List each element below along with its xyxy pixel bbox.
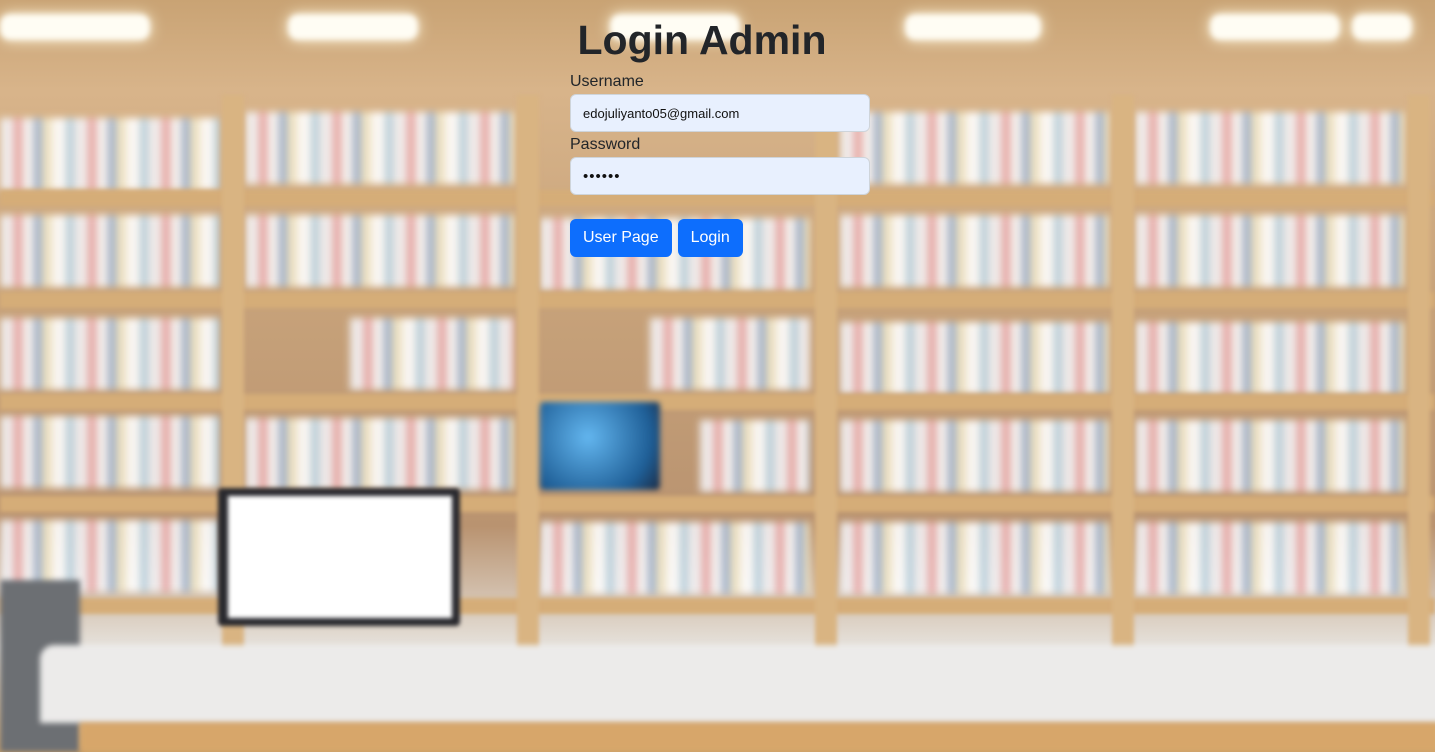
shelf-post [1408, 95, 1430, 655]
book-row [0, 215, 220, 287]
book-row [1135, 112, 1405, 184]
book-row [1135, 522, 1405, 594]
book-row [245, 112, 515, 184]
username-label: Username [570, 73, 644, 90]
book-row [0, 416, 220, 488]
page-title: Login Admin [577, 17, 827, 63]
book-row [650, 318, 810, 390]
ceiling-light [288, 14, 418, 40]
shelf-post [1112, 95, 1134, 655]
book-row [245, 215, 515, 287]
login-form: Login Admin Username Password User Page … [570, 14, 870, 257]
book-row [840, 215, 1110, 287]
book-row [840, 522, 1110, 594]
ceiling-light [1352, 14, 1412, 40]
ceiling-light [0, 14, 150, 40]
book-row [540, 522, 810, 594]
shelf [0, 292, 1435, 308]
tv-screen [540, 402, 660, 490]
ceiling-light [905, 14, 1041, 40]
book-row [350, 318, 515, 390]
shelf-post [517, 95, 539, 655]
book-row [840, 420, 1110, 492]
book-row [0, 118, 220, 190]
ceiling-light [1210, 14, 1340, 40]
book-row [1135, 322, 1405, 394]
login-button[interactable]: Login [677, 219, 743, 257]
book-row [840, 112, 1110, 184]
shelf [0, 598, 1435, 614]
book-row [1135, 215, 1405, 287]
username-input[interactable] [570, 94, 870, 132]
book-row [840, 322, 1110, 394]
button-group: User Page Login [570, 219, 870, 257]
monitor-screen [228, 496, 452, 618]
shelf [0, 496, 1435, 512]
book-row [1135, 420, 1405, 492]
desk-base [80, 723, 1435, 752]
book-row [0, 318, 220, 390]
desk [40, 645, 1435, 723]
password-label: Password [570, 136, 641, 153]
book-row [245, 418, 515, 490]
shelf [0, 394, 1435, 410]
password-input[interactable] [570, 157, 870, 195]
book-row [700, 420, 810, 492]
user-page-button[interactable]: User Page [570, 219, 672, 257]
